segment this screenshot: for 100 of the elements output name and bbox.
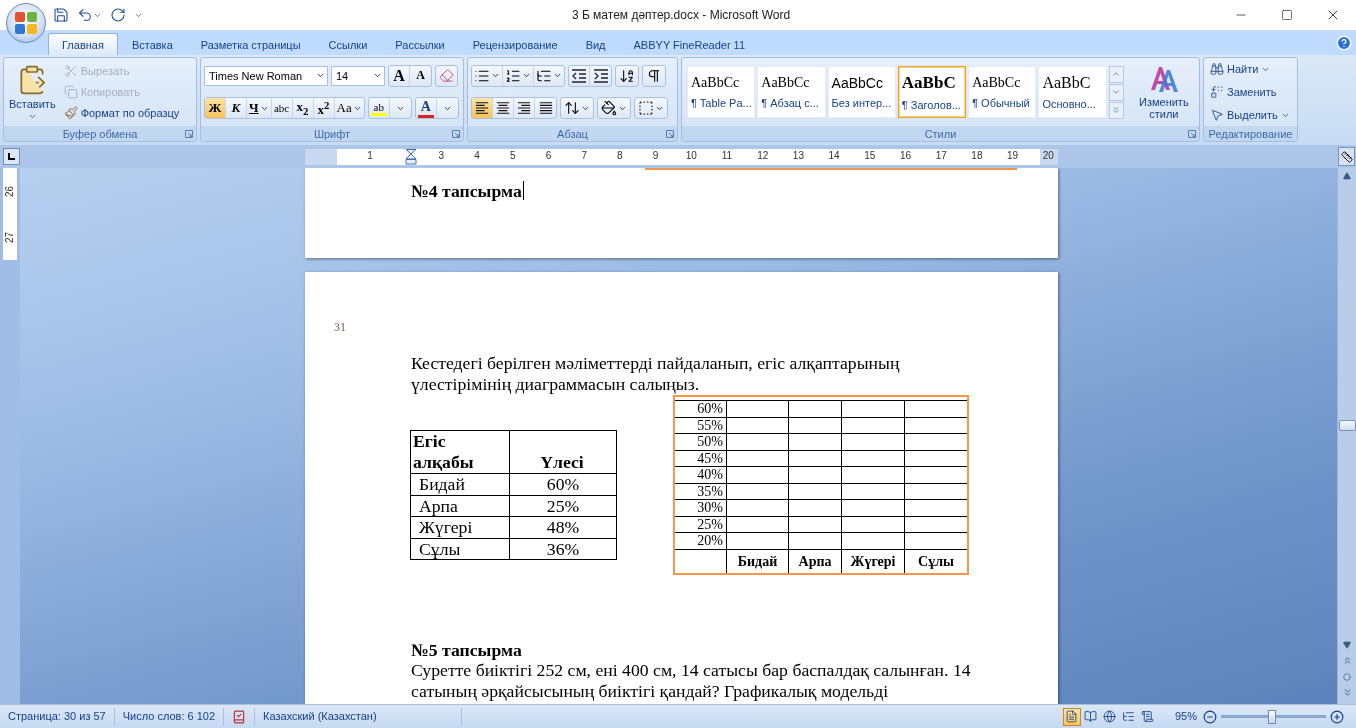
decrease-indent-button[interactable]: [569, 65, 590, 86]
clipboard-action[interactable]: Формат по образцу: [60, 102, 183, 123]
ruler-number: 16: [899, 149, 912, 161]
view-button[interactable]: [1100, 707, 1119, 726]
change-styles-button[interactable]: Изменить стили: [1131, 64, 1196, 120]
editing-action[interactable]: Выделить: [1207, 105, 1294, 125]
format-button[interactable]: Aa: [334, 98, 364, 119]
bullets-button[interactable]: [472, 65, 503, 86]
scroll-thumb[interactable]: [1339, 420, 1356, 431]
editing-action[interactable]: Найти: [1207, 59, 1294, 79]
ruler-number: 6: [545, 149, 552, 161]
style-tile[interactable]: AaBbCc ¶ Абзац с...: [757, 66, 826, 118]
format-button[interactable]: x$^{2}$: [313, 98, 335, 119]
dialog-launcher-icon[interactable]: [1188, 130, 1196, 138]
ruler-number: 19: [1007, 149, 1019, 161]
dialog-launcher-icon[interactable]: [666, 130, 674, 138]
indent-marker-icon[interactable]: [405, 148, 417, 165]
ribbon-tab[interactable]: Вставка: [117, 33, 187, 55]
table-cell: Бидай: [410, 473, 510, 495]
format-button[interactable]: Ж: [205, 98, 226, 119]
down-arrow-icon: [1343, 640, 1351, 649]
redo-button[interactable]: [109, 5, 127, 25]
dialog-launcher-icon[interactable]: [185, 130, 193, 138]
style-tile[interactable]: AaBbCc ¶ Обычный: [968, 66, 1037, 118]
vertical-scrollbar[interactable]: [1337, 168, 1356, 704]
save-button[interactable]: [52, 5, 70, 25]
ribbon-tab[interactable]: Ссылки: [314, 33, 382, 55]
editing-action[interactable]: Заменить: [1207, 82, 1294, 102]
table-cell: 40%: [674, 466, 727, 483]
format-button[interactable]: abc: [271, 98, 293, 119]
view-button[interactable]: [1062, 707, 1081, 726]
column-header: Егіс алқабы: [410, 430, 510, 474]
word-count[interactable]: Число слов: 6 102: [114, 708, 225, 725]
task-text: Кестедегі берілген мәліметтерді пайдаланып, егіс алқаптарының үлестірімінің диаграммасын салыңыз.: [411, 353, 901, 394]
scissors-icon: [63, 64, 78, 79]
ribbon-tab[interactable]: Вид: [571, 33, 620, 55]
table-cell: 60%: [509, 473, 617, 495]
borders-button[interactable]: [634, 97, 668, 120]
ruler-number: 20: [1042, 149, 1054, 161]
table-cell: 55%: [674, 417, 727, 434]
ribbon-tab[interactable]: ABBYY FineReader 11: [619, 33, 760, 55]
grow-font-button[interactable]: A: [389, 65, 410, 86]
table-cell: 45%: [674, 450, 727, 467]
style-tile[interactable]: AaBbCc ¶ Table Pa...: [687, 66, 756, 118]
language[interactable]: Казахский (Казахстан): [255, 708, 463, 725]
line-spacing-button[interactable]: [560, 97, 594, 120]
highlight-color-bar: [370, 112, 387, 116]
style-tile[interactable]: AaBbCc Без интер...: [827, 66, 896, 118]
style-tile[interactable]: AaBbC Основно...: [1038, 66, 1107, 118]
show-marks-button[interactable]: [642, 64, 666, 87]
group-title: Буфер обмена: [62, 127, 138, 140]
ribbon-tab[interactable]: Рецензирование: [458, 33, 572, 55]
ruler-toggle-button[interactable]: [1338, 147, 1355, 166]
help-icon[interactable]: [1336, 34, 1352, 51]
zoom-level[interactable]: 95%: [1166, 708, 1199, 725]
table-cell: 36%: [509, 538, 617, 560]
font-color-button[interactable]: A: [415, 98, 437, 119]
zoom-out-button[interactable]: [1203, 709, 1217, 724]
zoom-thumb[interactable]: [1267, 709, 1276, 724]
office-logo-icon: [14, 11, 38, 35]
format-button[interactable]: К: [226, 98, 247, 119]
dialog-launcher-icon[interactable]: [452, 130, 460, 138]
ribbon-tab[interactable]: Главная: [48, 33, 118, 55]
task-heading: №4 тапсырма: [411, 181, 522, 201]
table-cell: Арпа: [410, 495, 510, 517]
align-button[interactable]: [472, 98, 493, 119]
cursor-icon: [1210, 108, 1224, 122]
table-cell: 48%: [509, 516, 617, 538]
shading-button[interactable]: [597, 97, 631, 120]
tab-selector[interactable]: [3, 148, 20, 165]
ruler-number: 14: [828, 149, 840, 161]
highlight-button[interactable]: ab: [368, 98, 390, 119]
ribbon-tab[interactable]: Рассылки: [381, 33, 459, 55]
sort-button[interactable]: [615, 64, 639, 87]
clear-formatting-button[interactable]: [435, 64, 458, 87]
paste-button[interactable]: Вставить: [7, 61, 58, 123]
spell-check-icon[interactable]: [232, 709, 247, 724]
ruler-number: 1: [367, 149, 373, 161]
binoculars-icon: [1210, 62, 1224, 76]
table-cell: 60%: [674, 400, 727, 417]
ruler-number: 18: [971, 149, 983, 161]
circle-icon: [1343, 672, 1351, 681]
table-cell: 25%: [674, 516, 727, 533]
zoom-in-button[interactable]: [1330, 709, 1344, 724]
decrease-indent-icon: [571, 67, 587, 84]
chevron-up-icon: [1111, 69, 1122, 79]
font-size-field[interactable]: 14: [331, 65, 385, 86]
font-name-field[interactable]: Times New Roman: [204, 65, 328, 86]
chevron-down-icon: [1111, 87, 1122, 97]
shrink-font-button[interactable]: A: [410, 65, 431, 86]
style-tile[interactable]: AaBbC ¶ Заголов...: [897, 66, 967, 118]
format-button[interactable]: x$_{2}$: [292, 98, 314, 119]
draft-view-icon: [1141, 710, 1155, 723]
ruler-number: 26: [4, 185, 16, 197]
ribbon-tab[interactable]: Разметка страницы: [186, 33, 315, 55]
format-button[interactable]: Ч: [247, 98, 272, 119]
page-count[interactable]: Страница: 30 из 57: [0, 708, 115, 725]
replace-icon: [1210, 85, 1224, 99]
redo-icon: [110, 7, 126, 23]
paint-bucket-icon: [601, 100, 617, 117]
